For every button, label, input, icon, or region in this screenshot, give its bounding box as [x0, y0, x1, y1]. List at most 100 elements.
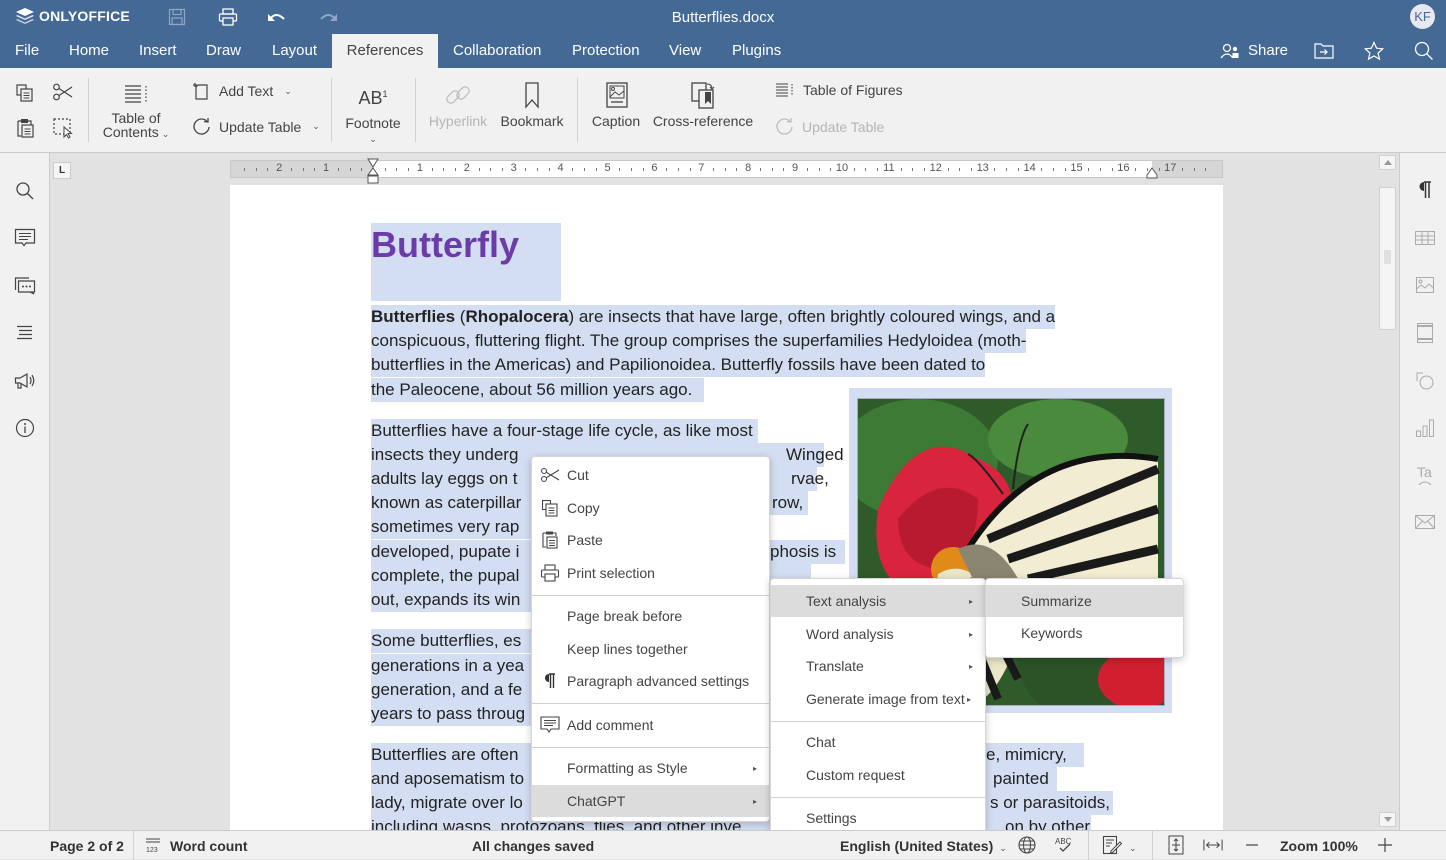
image-settings-icon[interactable]	[1413, 273, 1437, 297]
zoom-out-icon[interactable]	[1242, 835, 1262, 855]
paste-icon[interactable]	[15, 117, 37, 139]
menu-item-translate[interactable]: Translate ▸	[771, 650, 985, 682]
copy-icon[interactable]	[15, 83, 37, 105]
menu-divider	[532, 747, 769, 748]
menu-item-formatting-as-style[interactable]: Formatting as Style ▸	[532, 752, 769, 784]
paragraph-1-line-2: conspicuous, fluttering flight. The grou…	[371, 329, 1027, 353]
cut-icon[interactable]	[52, 82, 74, 104]
chevron-down-icon[interactable]: ⌄	[1126, 838, 1137, 854]
spell-check-icon[interactable]: ABC	[1054, 835, 1074, 855]
menu-item-custom-request[interactable]: Custom request	[771, 759, 985, 791]
ruler-tick	[783, 168, 785, 171]
update-table-button[interactable]: Update Table ⌄	[192, 117, 320, 136]
paragraph-4-fragment: on by other	[1005, 817, 1091, 830]
hyperlink-button[interactable]: Hyperlink	[426, 80, 490, 128]
tab-plugins[interactable]: Plugins	[722, 34, 791, 68]
document-title: Butterflies.docx	[671, 9, 775, 26]
menu-item-keywords[interactable]: Keywords	[986, 617, 1183, 649]
document-language-globe-icon[interactable]	[1017, 835, 1037, 855]
track-changes-icon[interactable]	[1102, 835, 1122, 855]
about-info-icon[interactable]	[13, 416, 37, 440]
open-file-location-icon[interactable]	[1313, 40, 1335, 62]
ruler-tick	[1135, 168, 1137, 171]
menu-item-chatgpt[interactable]: ChatGPT ▸	[532, 785, 769, 817]
scroll-up-button[interactable]	[1379, 155, 1396, 170]
caption-button[interactable]: Caption	[587, 80, 645, 128]
footnote-button[interactable]: AB1 Footnote ⌄	[342, 84, 404, 146]
paragraph-settings-icon[interactable]	[1413, 178, 1437, 202]
tab-collaboration[interactable]: Collaboration	[443, 34, 551, 68]
footnote-icon: AB1	[358, 88, 388, 108]
first-line-indent-marker[interactable]	[367, 158, 379, 184]
vertical-scrollbar[interactable]	[1377, 153, 1399, 830]
tab-file[interactable]: File	[5, 34, 49, 68]
scroll-down-button[interactable]	[1379, 812, 1396, 827]
tab-layout[interactable]: Layout	[262, 34, 327, 68]
table-of-contents-button[interactable]: Table of Contents ⌄	[100, 81, 172, 141]
feedback-megaphone-icon[interactable]	[13, 369, 37, 393]
fit-to-page-icon[interactable]	[1166, 835, 1186, 855]
tab-draw[interactable]: Draw	[196, 34, 251, 68]
table-of-figures-button[interactable]: Table of Figures	[775, 82, 903, 98]
menu-item-cut[interactable]: Cut	[532, 459, 769, 491]
menu-item-add-comment[interactable]: Add comment	[532, 709, 769, 741]
navigation-headings-icon[interactable]	[13, 321, 37, 345]
page-indicator[interactable]: Page 2 of 2	[50, 838, 124, 854]
add-text-button[interactable]: Add Text ⌄	[193, 82, 292, 100]
ruler-tick	[478, 168, 480, 171]
language-selector[interactable]: English (United States) ⌄	[840, 838, 1007, 854]
menu-item-summarize[interactable]: Summarize	[986, 585, 1183, 617]
comments-icon[interactable]	[13, 226, 37, 250]
menu-item-copy[interactable]: Copy	[532, 492, 769, 524]
zoom-in-icon[interactable]	[1375, 835, 1395, 855]
refresh-icon	[775, 117, 794, 136]
chat-icon[interactable]	[13, 274, 37, 298]
zoom-level[interactable]: Zoom 100%	[1280, 838, 1358, 854]
text-art-settings-icon[interactable]: Ta	[1413, 463, 1437, 487]
scrollbar-thumb[interactable]	[1379, 187, 1396, 330]
tab-stop-selector[interactable]: L	[53, 162, 71, 179]
right-indent-marker[interactable]	[1146, 167, 1158, 179]
menu-divider	[771, 721, 985, 722]
bookmark-button[interactable]: Bookmark	[498, 80, 566, 128]
menu-item-keep-lines-together[interactable]: Keep lines together	[532, 633, 769, 665]
ruler-label: 15	[1070, 162, 1083, 174]
menu-item-paragraph-advanced-settings[interactable]: Paragraph advanced settings	[532, 665, 769, 697]
chevron-down-icon: ⌄	[284, 85, 292, 96]
share-button[interactable]: Share	[1220, 42, 1288, 59]
find-icon[interactable]	[13, 179, 37, 203]
tab-home[interactable]: Home	[59, 34, 119, 68]
separator	[577, 78, 578, 142]
ruler-tick	[771, 168, 773, 171]
menu-item-text-analysis[interactable]: Text analysis ▸	[771, 585, 985, 617]
ruler-tick	[455, 168, 457, 171]
favorite-star-icon[interactable]	[1363, 40, 1385, 62]
tab-references[interactable]: References	[332, 34, 438, 68]
ruler-tick	[877, 168, 879, 171]
menu-item-word-analysis[interactable]: Word analysis ▸	[771, 618, 985, 650]
cross-reference-button[interactable]: Cross-reference	[651, 80, 755, 128]
comment-icon	[540, 715, 560, 735]
menu-item-page-break-before[interactable]: Page break before	[532, 600, 769, 632]
tab-protection[interactable]: Protection	[562, 34, 650, 68]
select-all-icon[interactable]	[52, 117, 74, 139]
menu-item-chat[interactable]: Chat	[771, 726, 985, 758]
menu-item-generate-image[interactable]: Generate image from text ▸	[771, 683, 985, 715]
search-icon[interactable]	[1413, 40, 1435, 62]
word-count-button[interactable]: Word count	[170, 838, 248, 854]
menu-item-paste[interactable]: Paste	[532, 524, 769, 556]
menu-item-print-selection[interactable]: Print selection	[532, 557, 769, 589]
shape-settings-icon[interactable]	[1413, 369, 1437, 393]
horizontal-ruler[interactable]: 2 1 1 2 3 4 5 6 7 8 9 10 11 12 13 14 15 16 17	[230, 158, 1223, 184]
bookmark-label: Bookmark	[500, 113, 564, 129]
tab-insert[interactable]: Insert	[129, 34, 187, 68]
add-text-label: Add Text	[219, 83, 274, 99]
chart-settings-icon[interactable]	[1413, 416, 1437, 440]
tab-view[interactable]: View	[659, 34, 711, 68]
user-avatar[interactable]: KF	[1410, 4, 1435, 29]
update-table-figures-button[interactable]: Update Table	[775, 117, 884, 136]
header-footer-settings-icon[interactable]	[1413, 321, 1437, 345]
table-settings-icon[interactable]	[1413, 226, 1437, 250]
mail-merge-icon[interactable]	[1413, 510, 1437, 534]
fit-to-width-icon[interactable]	[1203, 835, 1223, 855]
